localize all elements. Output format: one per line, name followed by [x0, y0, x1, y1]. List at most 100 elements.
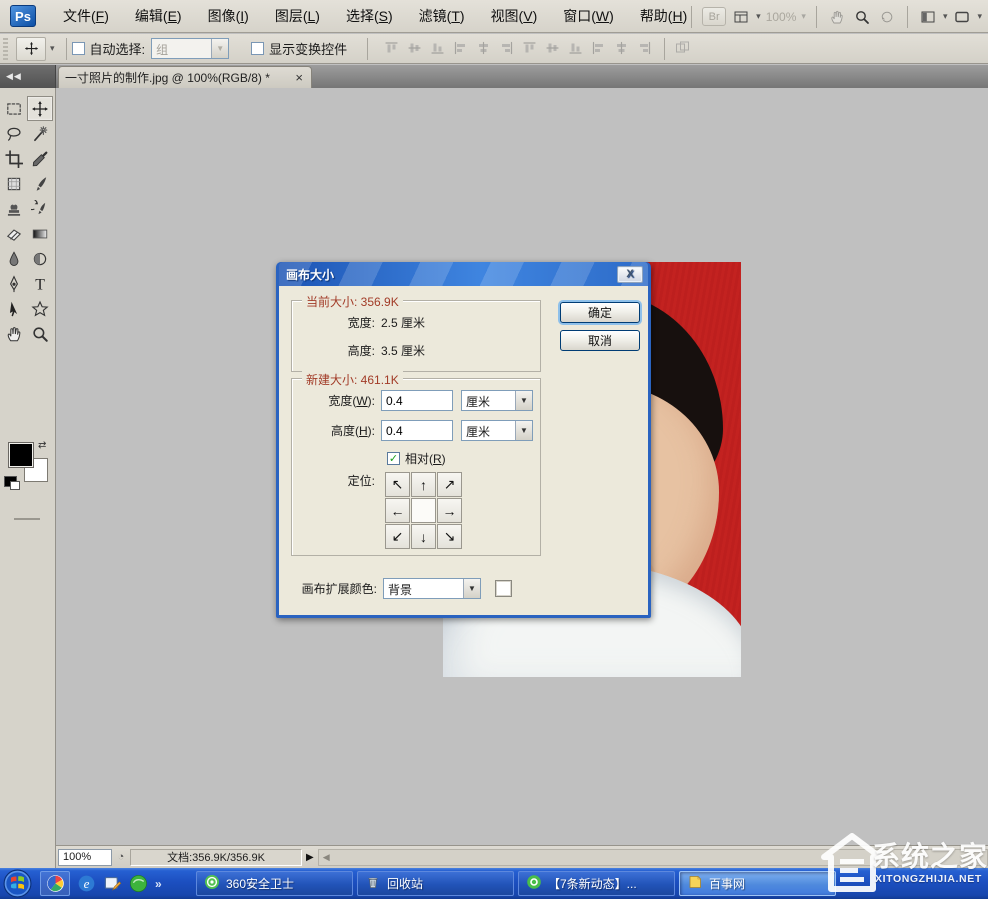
start-button[interactable] [3, 869, 32, 898]
align-left-edges-icon [452, 40, 471, 58]
dodge-tool[interactable] [27, 246, 53, 271]
anchor-arrow-8[interactable]: ↘ [437, 524, 462, 549]
toolbox-grid: T [1, 96, 55, 346]
toolbox-collapse-header[interactable]: ◀◀ [0, 65, 56, 88]
taskbar-button-360[interactable]: 360安全卫士 [196, 871, 353, 896]
clone-stamp-tool[interactable] [1, 196, 27, 221]
menu-edit[interactable]: 编辑(E) [122, 0, 195, 33]
dialog-close-button[interactable]: X [617, 266, 643, 283]
document-tab[interactable]: 一寸照片的制作.jpg @ 100%(RGB/8) * × [58, 66, 312, 88]
spot-healing-brush-tool[interactable] [1, 171, 27, 196]
auto-select-target-select[interactable]: 组 ▼ [151, 38, 229, 59]
workspace-icon[interactable] [918, 8, 938, 26]
height-unit-select[interactable]: 厘米 ▼ [461, 420, 533, 441]
anchor-arrow-2[interactable]: ↗ [437, 472, 462, 497]
show-transform-label: 显示变换控件 [269, 39, 347, 58]
swap-colors-icon[interactable]: ⇄ [38, 440, 51, 453]
arrange-documents-icon[interactable] [731, 8, 751, 26]
screen-mode-icon[interactable] [952, 8, 972, 26]
anchor-arrow-0[interactable]: ↖ [385, 472, 410, 497]
menu-window[interactable]: 窗口(W) [550, 0, 627, 33]
gradient-tool[interactable] [27, 221, 53, 246]
chevron-down-icon[interactable]: ▾ [756, 11, 761, 22]
crop-tool[interactable] [1, 146, 27, 171]
photoshop-logo-icon: Ps [10, 5, 36, 27]
tab-close-icon[interactable]: × [293, 71, 305, 84]
anchor-arrow-1[interactable]: ↑ [411, 472, 436, 497]
zoom-level-value[interactable]: 100% [766, 10, 797, 24]
current-tool-move-icon [16, 37, 46, 61]
extension-color-swatch[interactable] [495, 580, 512, 597]
show-desktop-icon[interactable] [103, 874, 122, 893]
new-size-heading: 新建大小: 461.1K [302, 371, 403, 388]
status-zoom-input[interactable]: 100% [58, 849, 112, 866]
bridge-button[interactable]: Br [702, 7, 726, 26]
taskbar-button-news[interactable]: 【7条新动态】... [518, 871, 675, 896]
pen-tool[interactable] [1, 271, 27, 296]
foreground-color-swatch[interactable] [8, 442, 34, 468]
shield-360-icon [204, 874, 220, 893]
magic-wand-tool[interactable] [27, 121, 53, 146]
menu-view[interactable]: 视图(V) [478, 0, 551, 33]
options-bar-grip[interactable] [3, 38, 8, 60]
relative-row: ✓ 相对(R) [387, 450, 446, 467]
lasso-tool[interactable] [1, 121, 27, 146]
internet-explorer-icon[interactable]: e [77, 874, 96, 893]
cancel-button[interactable]: 取消 [560, 330, 640, 351]
ok-button[interactable]: 确定 [560, 302, 640, 323]
rectangular-marquee-tool[interactable] [1, 96, 27, 121]
chevron-down-icon[interactable]: ▾ [943, 11, 948, 22]
chevron-down-icon[interactable]: ▾ [50, 43, 55, 54]
menu-image[interactable]: 图像(I) [195, 0, 262, 33]
taskbar-button-baishiwang[interactable]: 百事网 [679, 871, 836, 896]
chevron-down-icon[interactable]: ▾ [977, 11, 982, 22]
relative-checkbox[interactable]: ✓ [387, 452, 400, 465]
dialog-title-bar[interactable]: 画布大小 X [279, 262, 648, 286]
blur-tool[interactable] [1, 246, 27, 271]
anchor-arrow-6[interactable]: ↙ [385, 524, 410, 549]
default-colors-icon[interactable] [4, 476, 17, 487]
new-height-row: 高度(H): 厘米 ▼ [291, 420, 533, 441]
align-top-edges-icon [383, 40, 402, 58]
new-height-input[interactable] [381, 420, 453, 441]
menu-bar: Ps 文件(F) 编辑(E) 图像(I) 图层(L) 选择(S) 滤镜(T) 视… [0, 0, 988, 33]
auto-select-checkbox[interactable] [72, 42, 85, 55]
dialog-body: 当前大小: 356.9K 宽度: 2.5 厘米 高度: 3.5 厘米 确定 取消… [279, 286, 648, 615]
eyedropper-tool[interactable] [27, 146, 53, 171]
menu-layer[interactable]: 图层(L) [262, 0, 333, 33]
brush-tool[interactable] [27, 171, 53, 196]
show-transform-checkbox[interactable] [251, 42, 264, 55]
custom-shape-tool[interactable] [27, 296, 53, 321]
zoom-tool[interactable] [27, 321, 53, 346]
quick-launch-more-icon[interactable]: » [155, 877, 162, 891]
menu-file[interactable]: 文件(F) [50, 0, 122, 33]
horizontal-type-tool[interactable]: T [27, 271, 53, 296]
anchor-arrow-3[interactable]: ← [385, 498, 410, 523]
anchor-center-cell[interactable] [411, 498, 436, 523]
current-width-row: 宽度: 2.5 厘米 [291, 314, 541, 331]
path-selection-tool[interactable] [1, 296, 27, 321]
status-expand-icon[interactable]: ▶ [302, 852, 318, 863]
eraser-tool[interactable] [1, 221, 27, 246]
width-unit-select[interactable]: 厘米 ▼ [461, 390, 533, 411]
taskbar-button-recycle-bin[interactable]: 回收站 [357, 871, 514, 896]
zoom-tool-icon[interactable] [852, 8, 872, 26]
dropdown-arrow-icon: ▼ [515, 421, 532, 440]
horizontal-scrollbar[interactable]: ◀ [318, 849, 988, 866]
history-brush-tool[interactable] [27, 196, 53, 221]
menu-select[interactable]: 选择(S) [333, 0, 406, 33]
hand-tool-icon [827, 8, 847, 26]
menu-filter[interactable]: 滤镜(T) [406, 0, 478, 33]
hand-tool[interactable] [1, 321, 27, 346]
anchor-label: 定位: [291, 472, 381, 489]
scroll-left-icon[interactable]: ◀ [319, 852, 330, 863]
move-tool[interactable] [27, 96, 53, 121]
anchor-arrow-7[interactable]: ↓ [411, 524, 436, 549]
new-width-input[interactable] [381, 390, 453, 411]
extension-color-select[interactable]: 背景 ▼ [383, 578, 481, 599]
360-browser-icon[interactable] [129, 874, 148, 893]
separator [691, 6, 692, 28]
separator [367, 38, 368, 60]
anchor-arrow-5[interactable]: → [437, 498, 462, 523]
360-desktop-icon[interactable] [40, 871, 70, 896]
